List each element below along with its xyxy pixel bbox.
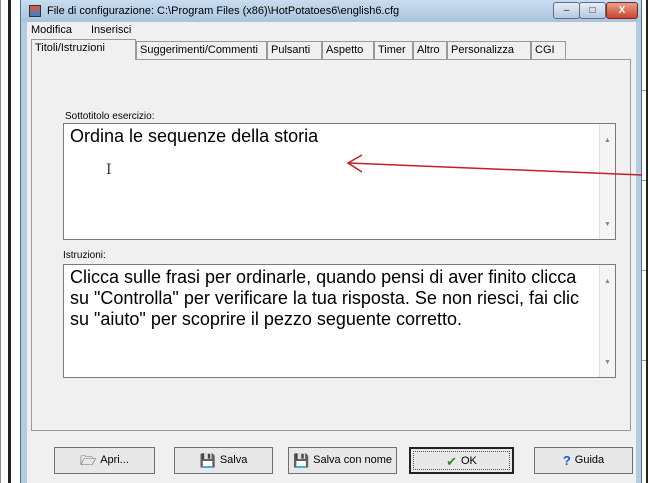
tab-timer[interactable]: Timer — [374, 41, 413, 59]
app-icon — [29, 5, 41, 17]
tab-aspetto[interactable]: Aspetto — [322, 41, 374, 59]
window-content: Modifica Inserisci Titoli/Istruzioni Sug… — [27, 22, 636, 483]
open-button[interactable]: 🗁 Apri... — [54, 447, 155, 474]
scroll-up-icon[interactable]: ▲ — [604, 271, 611, 292]
instructions-input[interactable]: Clicca sulle frasi per ordinarle, quando… — [63, 264, 616, 378]
save-button[interactable]: 💾 Salva — [174, 447, 273, 474]
close-button[interactable]: X — [606, 2, 638, 19]
subtitle-label: Sottotitolo esercizio: — [65, 111, 155, 122]
tab-pulsanti[interactable]: Pulsanti — [267, 41, 322, 59]
help-button[interactable]: ? Guida — [534, 447, 633, 474]
config-window: File di configurazione: C:\Program Files… — [20, 0, 642, 483]
instructions-label: Istruzioni: — [63, 250, 106, 261]
subtitle-scrollbar[interactable]: ▲ ▼ — [599, 124, 615, 239]
menu-modifica[interactable]: Modifica — [31, 24, 72, 36]
tab-suggerimenti-commenti[interactable]: Suggerimenti/Commenti — [136, 41, 267, 59]
question-mark-icon: ? — [562, 453, 571, 468]
document-edge-left — [0, 0, 1, 483]
tab-titoli-istruzioni[interactable]: Titoli/Istruzioni — [31, 39, 136, 60]
ok-button[interactable]: ✔ OK — [409, 447, 514, 474]
document-border-left — [8, 0, 11, 483]
tab-panel: Sottotitolo esercizio: Ordina le sequenz… — [31, 59, 631, 431]
instructions-scrollbar[interactable]: ▲ ▼ — [599, 265, 615, 377]
save-as-button[interactable]: 💾 Salva con nome — [288, 447, 397, 474]
scroll-up-icon[interactable]: ▲ — [604, 130, 611, 151]
tab-altro[interactable]: Altro — [413, 41, 447, 59]
window-title: File di configurazione: C:\Program Files… — [47, 5, 400, 17]
floppy-disk-icon: 💾 — [292, 453, 310, 468]
scroll-down-icon[interactable]: ▼ — [604, 352, 611, 373]
menu-inserisci[interactable]: Inserisci — [91, 24, 131, 36]
subtitle-input[interactable]: Ordina le sequenze della storia ▲ ▼ — [63, 123, 616, 240]
checkmark-icon: ✔ — [446, 454, 457, 469]
document-border-right — [642, 0, 650, 483]
title-bar[interactable]: File di configurazione: C:\Program Files… — [21, 0, 641, 22]
folder-open-icon: 🗁 — [80, 453, 97, 468]
maximize-button[interactable]: □ — [579, 2, 606, 19]
minimize-button[interactable]: – — [553, 2, 580, 19]
instructions-text: Clicca sulle frasi per ordinarle, quando… — [70, 267, 579, 329]
floppy-disk-icon: 💾 — [199, 453, 216, 468]
text-cursor-icon: I — [106, 162, 112, 178]
tab-cgi[interactable]: CGI — [531, 41, 566, 59]
menu-bar: Modifica Inserisci — [27, 22, 636, 38]
scroll-down-icon[interactable]: ▼ — [604, 214, 611, 235]
subtitle-text: Ordina le sequenze della storia — [70, 126, 319, 146]
tab-personalizza[interactable]: Personalizza — [447, 41, 531, 59]
